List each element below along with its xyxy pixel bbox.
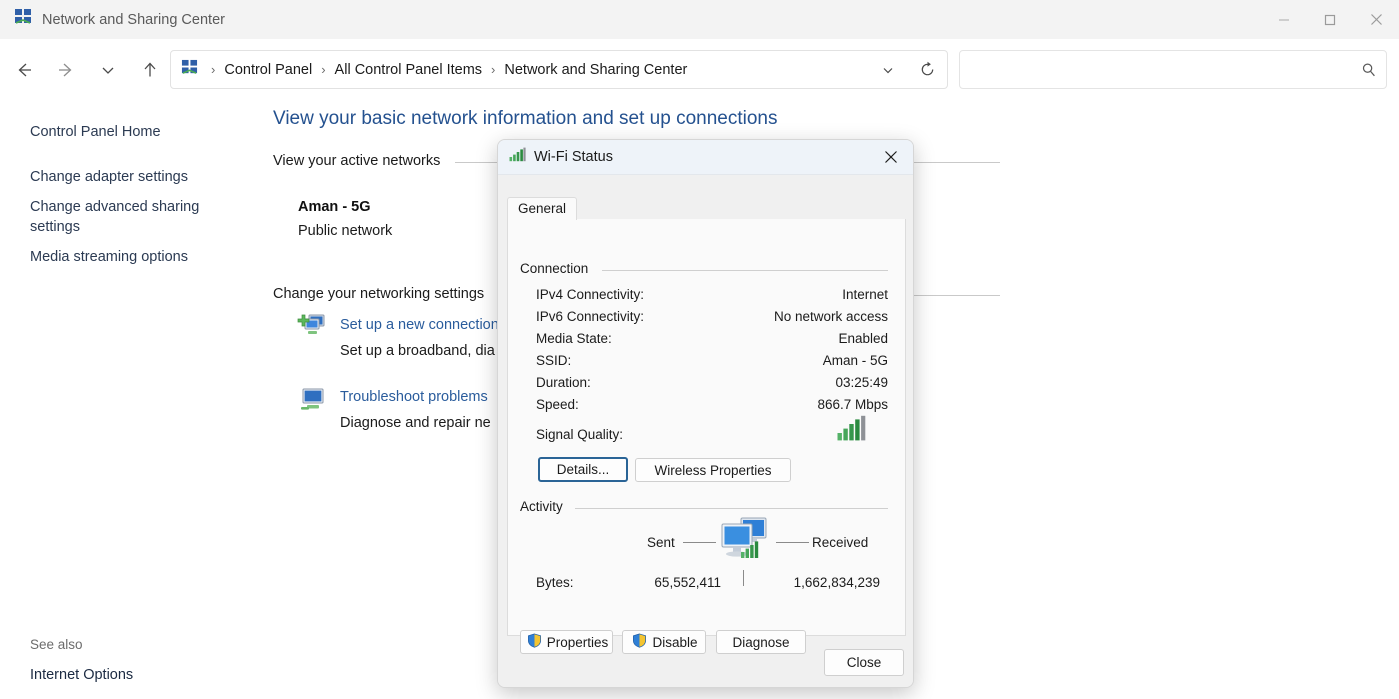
- received-dash: [776, 542, 809, 543]
- two-monitors-icon: [717, 515, 773, 574]
- task-desc-troubleshoot-problems: Diagnose and repair ne: [340, 415, 491, 431]
- sidebar-item-control-panel-home[interactable]: Control Panel Home: [30, 122, 230, 142]
- breadcrumb-item-control-panel[interactable]: Control Panel: [220, 60, 316, 80]
- breadcrumb-separator-2: ›: [491, 62, 496, 77]
- bytes-label: Bytes:: [536, 575, 574, 590]
- sent-dash: [683, 542, 716, 543]
- recent-locations-button[interactable]: [87, 49, 129, 91]
- ipv6-connectivity-value: No network access: [773, 309, 888, 324]
- chevron-down-icon[interactable]: [869, 51, 907, 88]
- bytes-received-value: 1,662,834,239: [793, 575, 880, 590]
- see-also-heading: See also: [30, 637, 83, 652]
- close-icon[interactable]: [869, 140, 913, 175]
- minimize-button[interactable]: [1261, 0, 1307, 39]
- sidebar-item-internet-options[interactable]: Internet Options: [30, 667, 133, 683]
- search-icon[interactable]: [1352, 62, 1386, 78]
- dialog-title: Wi-Fi Status: [534, 149, 613, 165]
- dialog-footer: Close: [498, 636, 913, 687]
- details-button[interactable]: Details...: [538, 457, 628, 482]
- task-link-troubleshoot-problems[interactable]: Troubleshoot problems: [340, 389, 488, 405]
- connection-group-rule: [602, 270, 888, 271]
- troubleshoot-icon: [299, 387, 327, 418]
- wifi-status-dialog: Wi-Fi Status General Connection IPv4 Con…: [497, 139, 914, 688]
- sidebar-item-change-advanced-sharing-settings[interactable]: Change advanced sharing settings: [30, 197, 230, 237]
- signal-quality-bars-icon: [837, 415, 867, 446]
- speed-label: Speed:: [536, 397, 579, 412]
- network-sharing-icon: [14, 8, 32, 31]
- active-network-type: Public network: [298, 223, 393, 239]
- bytes-sent-value: 65,552,411: [654, 575, 721, 590]
- active-network-name: Aman - 5G: [298, 199, 371, 215]
- task-desc-set-up-a-new-connection: Set up a broadband, dia: [340, 343, 495, 359]
- active-networks-heading: View your active networks: [273, 153, 441, 169]
- ipv4-connectivity-value: Internet: [842, 287, 888, 302]
- dialog-titlebar: Wi-Fi Status: [498, 140, 913, 175]
- ipv4-connectivity-label: IPv4 Connectivity:: [536, 287, 645, 302]
- window-close-button[interactable]: [1353, 0, 1399, 39]
- ssid-label: SSID:: [536, 353, 572, 368]
- search-input[interactable]: [972, 60, 1352, 79]
- sidebar: Control Panel Home Change adapter settin…: [0, 100, 250, 699]
- breadcrumb-separator-0: ›: [211, 62, 216, 77]
- search-box[interactable]: [959, 50, 1387, 89]
- received-label: Received: [812, 535, 869, 550]
- window-title: Network and Sharing Center: [42, 11, 225, 28]
- back-button[interactable]: [3, 49, 45, 91]
- tab-general[interactable]: General: [507, 197, 578, 220]
- duration-label: Duration:: [536, 375, 591, 390]
- breadcrumb-item-network-and-sharing-center[interactable]: Network and Sharing Center: [500, 60, 691, 80]
- wireless-properties-button[interactable]: Wireless Properties: [635, 458, 791, 482]
- signal-bars-icon: [509, 147, 526, 167]
- page-title: View your basic network information and …: [273, 108, 778, 129]
- up-button[interactable]: [129, 49, 171, 91]
- breadcrumb-item-all-control-panel-items[interactable]: All Control Panel Items: [331, 60, 486, 80]
- activity-center-tick: [743, 570, 744, 586]
- activity-group-rule: [575, 508, 888, 509]
- dialog-body: General Connection IPv4 Connectivity: In…: [498, 175, 913, 687]
- ssid-value: Aman - 5G: [822, 353, 888, 368]
- duration-value: 03:25:49: [835, 375, 888, 390]
- window-controls: [1261, 0, 1399, 39]
- sidebar-item-change-adapter-settings[interactable]: Change adapter settings: [30, 167, 230, 187]
- breadcrumb-separator-1: ›: [321, 62, 326, 77]
- dialog-close-button[interactable]: Close: [824, 649, 904, 676]
- maximize-button[interactable]: [1307, 0, 1353, 39]
- window-titlebar: Network and Sharing Center: [0, 0, 1399, 39]
- speed-value: 866.7 Mbps: [817, 397, 888, 412]
- task-link-set-up-a-new-connection[interactable]: Set up a new connection: [340, 317, 499, 333]
- connection-group-label: Connection: [520, 261, 595, 276]
- activity-group-label: Activity: [520, 499, 569, 514]
- change-settings-heading: Change your networking settings: [273, 286, 485, 302]
- new-connection-icon: [297, 313, 327, 346]
- refresh-icon[interactable]: [907, 51, 947, 88]
- media-state-value: Enabled: [838, 331, 888, 346]
- breadcrumb[interactable]: › Control Panel › All Control Panel Item…: [170, 50, 948, 89]
- signal-quality-label: Signal Quality:: [536, 427, 624, 442]
- ipv6-connectivity-label: IPv6 Connectivity:: [536, 309, 645, 324]
- breadcrumb-network-icon: [181, 59, 198, 81]
- sidebar-item-media-streaming-options[interactable]: Media streaming options: [30, 247, 230, 267]
- forward-button[interactable]: [45, 49, 87, 91]
- sent-label: Sent: [647, 535, 675, 550]
- media-state-label: Media State:: [536, 331, 612, 346]
